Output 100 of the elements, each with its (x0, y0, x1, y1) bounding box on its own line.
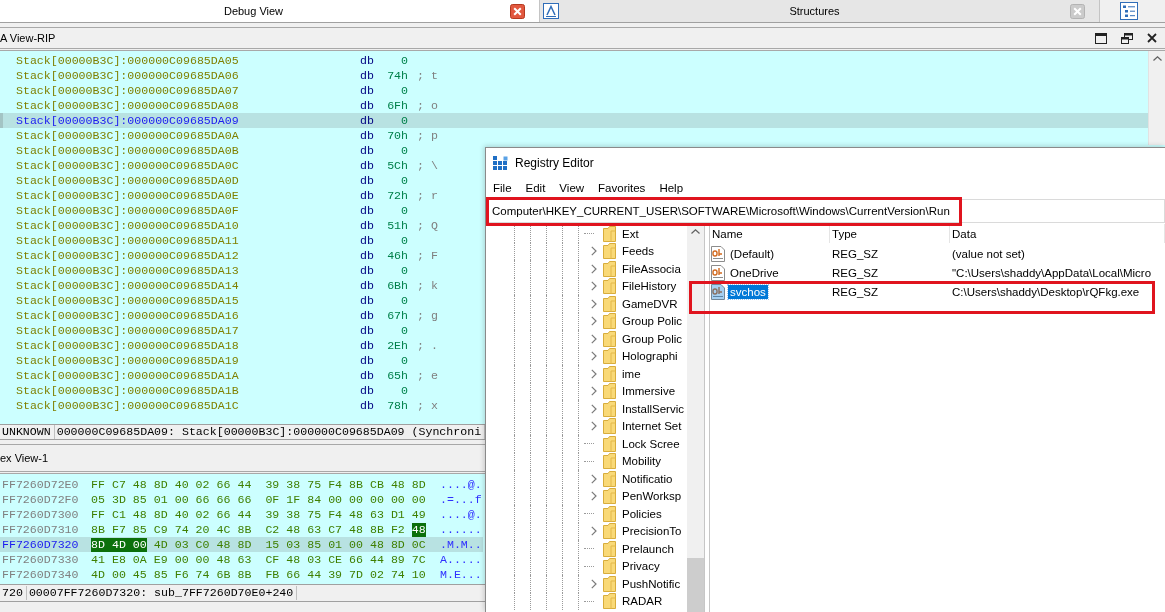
tree-item[interactable]: Mobility (622, 455, 661, 468)
hex-ascii: ...... (440, 523, 482, 536)
chevron-right-icon[interactable] (591, 403, 597, 414)
list-icon[interactable] (1120, 2, 1138, 20)
hex-byte: 44 (237, 507, 252, 522)
chevron-right-icon[interactable] (591, 351, 597, 362)
hex-byte: C7 (111, 477, 126, 492)
tree-item[interactable]: Lock Scree (622, 437, 680, 450)
hex-byte: 05 (91, 492, 105, 507)
hex-byte: 8D (153, 477, 168, 492)
hex-byte: 01 (328, 537, 343, 552)
hex-byte: 66 (216, 507, 231, 522)
hex-byte: 3D (111, 492, 126, 507)
chevron-right-icon[interactable] (591, 246, 597, 257)
listing-comment: ; t (417, 69, 438, 82)
scrollbar[interactable] (687, 224, 704, 612)
tree-item[interactable]: Feeds (622, 245, 654, 258)
chevron-right-icon[interactable] (591, 368, 597, 379)
listing-address: Stack[00000B3C]:000000C09685DA13 (16, 264, 239, 277)
listing-comment: ; o (417, 99, 438, 112)
listing-address: Stack[00000B3C]:000000C09685DA12 (16, 249, 239, 262)
tree-item[interactable]: Group Polic (622, 332, 683, 345)
close-icon[interactable] (1147, 33, 1157, 43)
address-field[interactable]: Computer\HKEY_CURRENT_USER\SOFTWARE\Microsoft\Windows\CurrentVersion\Run (487, 199, 1165, 223)
selected-row[interactable]: Stack[00000B3C]:000000C09685DA09 db 0 (0, 113, 1148, 128)
hex-byte: 7D (349, 567, 363, 582)
listing-address: Stack[00000B3C]:000000C09685DA18 (16, 339, 239, 352)
chevron-right-icon[interactable] (591, 526, 597, 537)
restore-icon[interactable] (1121, 32, 1133, 44)
hex-byte: 44 (370, 552, 384, 567)
hex-byte: 8B (237, 522, 252, 537)
menu-item[interactable]: Favorites (591, 179, 653, 197)
column-header[interactable]: Name (710, 224, 830, 243)
cube-grid-icon (493, 155, 508, 171)
hex-byte: F2 (390, 522, 405, 537)
tree-item[interactable]: Holographi (622, 350, 678, 363)
hex-byte: 85 (153, 567, 168, 582)
column-header[interactable]: Type (830, 224, 950, 243)
value-name[interactable]: OneDrive (728, 265, 781, 280)
chevron-right-icon[interactable] (591, 578, 597, 589)
chevron-right-icon[interactable] (591, 473, 597, 484)
hex-byte: 40 (174, 507, 189, 522)
tree-item[interactable]: PushNotific (622, 577, 681, 590)
tree-item[interactable]: Notificatio (622, 472, 673, 485)
chevron-right-icon[interactable] (591, 298, 597, 309)
menu-item[interactable]: Help (652, 179, 691, 197)
hex-byte: 8D (153, 507, 168, 522)
hex-byte: 02 (370, 567, 384, 582)
tree-item[interactable]: Group Polic (622, 315, 683, 328)
chevron-right-icon[interactable] (591, 263, 597, 274)
hex-byte: 89 (390, 552, 405, 567)
tree-item[interactable]: Internet Set (622, 420, 682, 433)
folder-icon (603, 540, 616, 557)
tree-item[interactable]: FileAssocia (622, 262, 681, 275)
scroll-up-icon[interactable] (1152, 56, 1162, 61)
tab[interactable]: Structures (540, 0, 1100, 22)
maximize-icon[interactable] (1095, 32, 1107, 44)
tree-item[interactable]: GameDVR (622, 297, 678, 310)
status-text: 00007FF7260D7320: sub_7FF7260D70E0+240 (26, 586, 298, 600)
chevron-right-icon[interactable] (591, 316, 597, 327)
tree-item[interactable]: Policies (622, 507, 662, 520)
listing-address: Stack[00000B3C]:000000C09685DA0F (16, 204, 239, 217)
scrollbar[interactable] (1148, 51, 1165, 145)
tree-item[interactable]: PrecisionTo (622, 525, 682, 538)
chevron-right-icon[interactable] (591, 386, 597, 397)
hex-byte: 48 (411, 522, 426, 537)
value-name[interactable]: (Default) (728, 246, 777, 261)
chevron-right-icon[interactable] (591, 491, 597, 502)
tree-item[interactable]: FileHistory (622, 280, 677, 293)
hex-byte: 8D (237, 537, 252, 552)
hex-byte: 4D (104, 537, 126, 552)
menu-item[interactable]: File (486, 179, 519, 197)
tree-item[interactable]: InstallServic (622, 402, 684, 415)
selected-row[interactable]: FF7260D7320 8D 4D 00 4D 03 C0 48 8D 15 03 85 01 00 48 8D 0C .M.M.. (0, 537, 483, 552)
chevron-right-icon[interactable] (591, 333, 597, 344)
scroll-thumb[interactable] (687, 558, 704, 612)
menu-item[interactable]: View (552, 179, 592, 197)
hex-byte: 1F (286, 492, 301, 507)
tree-item[interactable]: Prelaunch (622, 542, 674, 555)
chevron-right-icon[interactable] (591, 421, 597, 432)
tree-item[interactable]: ime (622, 367, 641, 380)
listing-value: 0 (401, 294, 408, 307)
folder-icon (603, 470, 616, 487)
tree-item[interactable]: Privacy (622, 560, 660, 573)
tree-item[interactable]: Immersive (622, 385, 676, 398)
listing-address: Stack[00000B3C]:000000C09685DA0E (16, 189, 239, 202)
tab[interactable]: Debug View (0, 0, 540, 22)
listing-directive: db (360, 84, 374, 97)
tree-item[interactable]: Ext (622, 227, 639, 240)
chevron-right-icon[interactable] (591, 281, 597, 292)
folder-icon (603, 295, 616, 312)
listing-value: 46h (387, 249, 408, 262)
column-header[interactable]: Data (950, 224, 1165, 243)
scroll-up-icon[interactable] (691, 229, 700, 234)
status-text: 720 (0, 586, 27, 600)
menu-item[interactable]: Edit (518, 179, 553, 197)
value-name[interactable]: svchos (728, 284, 768, 299)
hex-byte: 74 (174, 522, 189, 537)
tree-item[interactable]: RADAR (622, 595, 663, 608)
tree-item[interactable]: PenWorksp (622, 490, 682, 503)
